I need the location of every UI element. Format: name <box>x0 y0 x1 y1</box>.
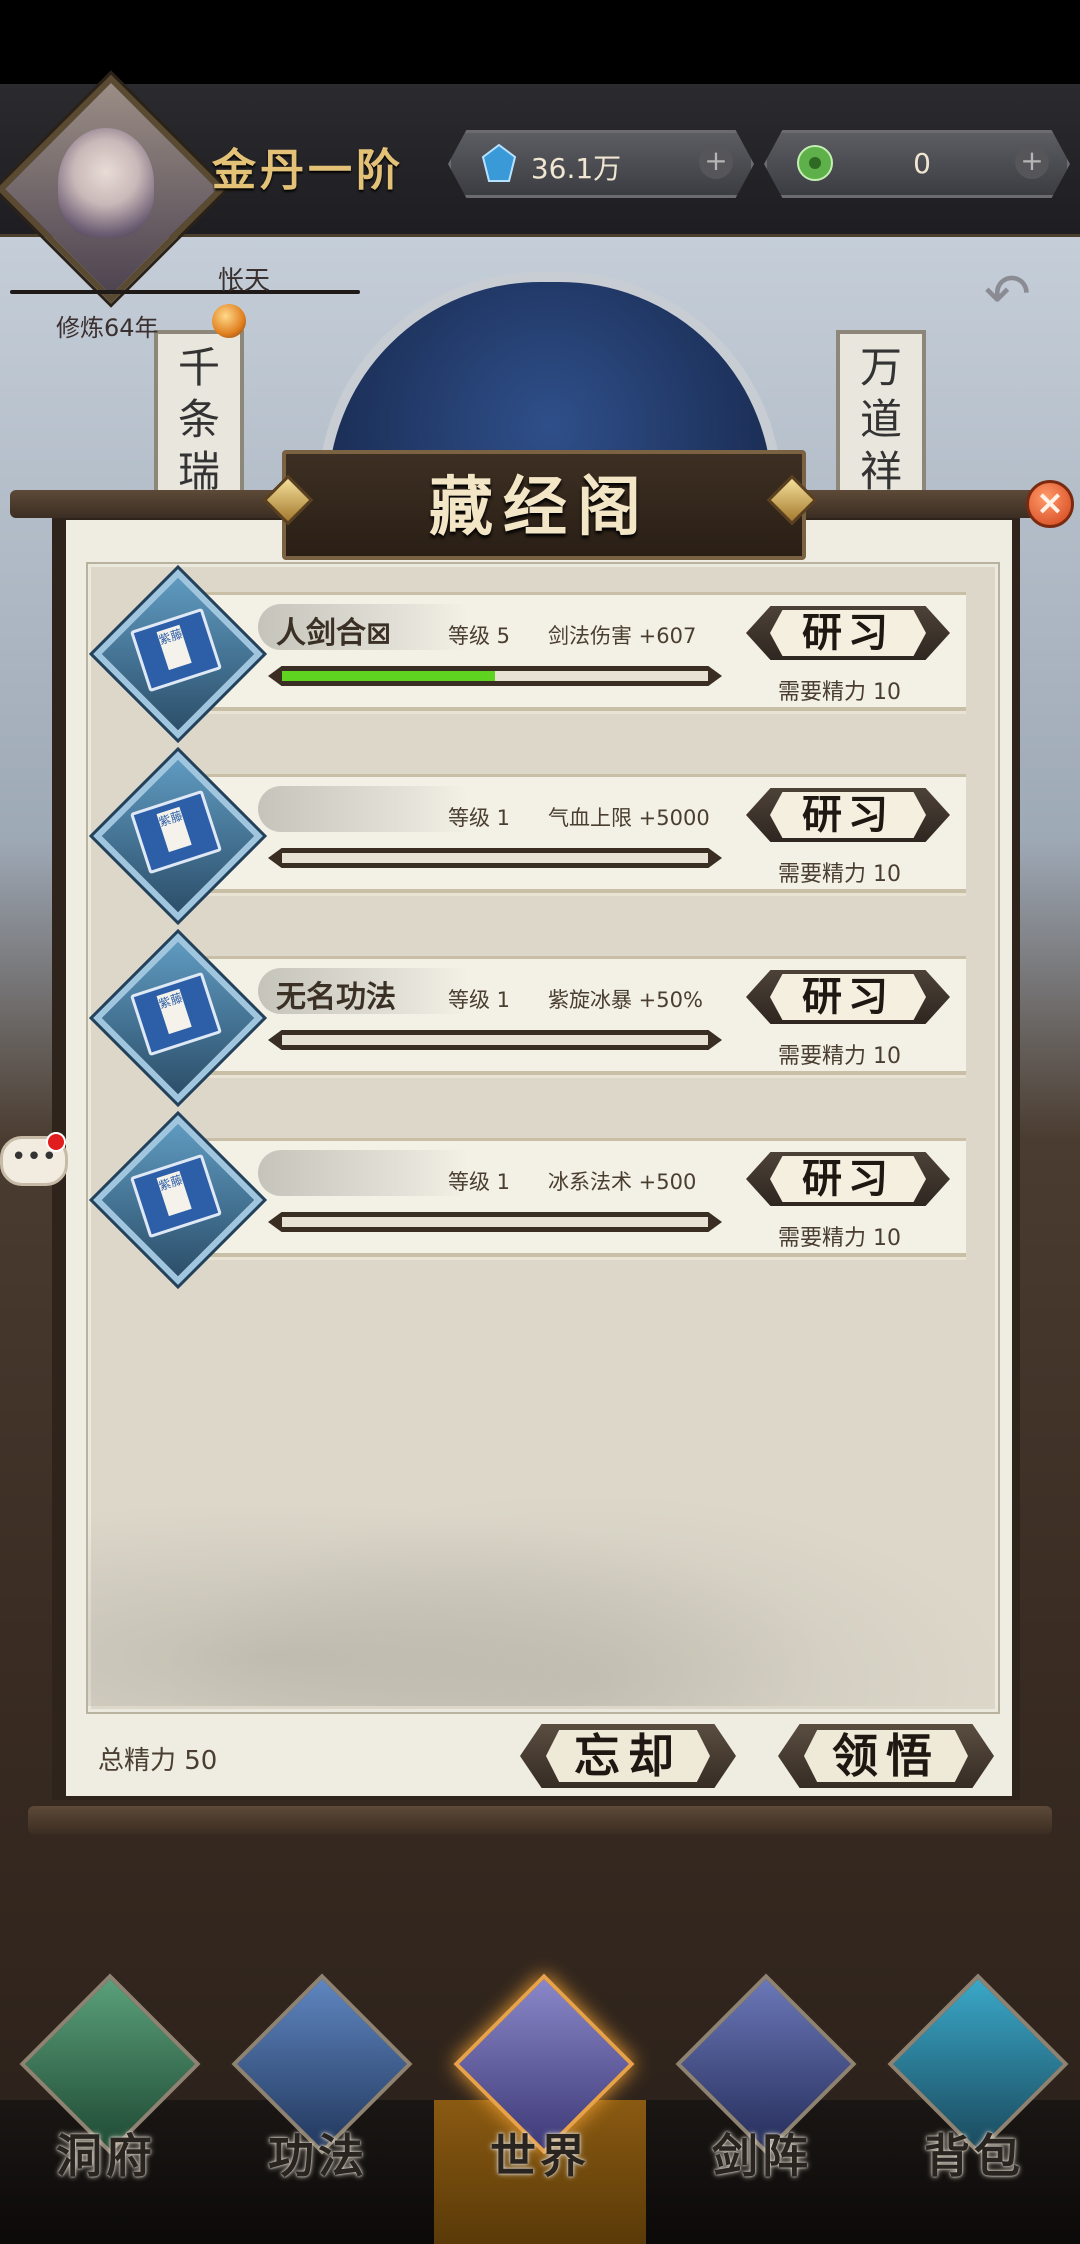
spirit-stone-counter: 36.1万 + <box>448 130 754 198</box>
skill-effect: 紫旋冰暴 +50% <box>548 988 703 1012</box>
nav-world[interactable]: 世界 <box>440 1970 640 2220</box>
study-button[interactable]: 研习 <box>746 788 950 842</box>
nav-backpack[interactable]: 背包 <box>874 1970 1074 2220</box>
skill-level: 等级 1 <box>448 1170 511 1194</box>
skill-row: 紫藤 人剑合⊠ 等级 5 剑法伤害 +607 研习 需要精力 10 <box>93 569 974 739</box>
name-brush-stroke <box>258 1150 468 1196</box>
nav-label: 背包 <box>924 2129 1024 2183</box>
energy-cost: 需要精力 10 <box>778 862 901 887</box>
study-button-label: 研习 <box>802 791 894 838</box>
study-button[interactable]: 研习 <box>746 606 950 660</box>
name-underline <box>10 290 360 294</box>
right-couplet-banner: 万道祥 <box>836 330 926 516</box>
study-button-label: 研习 <box>802 973 894 1020</box>
skill-progress-bar <box>268 666 722 686</box>
comprehend-button[interactable]: 领悟 <box>778 1724 994 1788</box>
nav-label: 功法 <box>268 2129 368 2183</box>
nav-cave-dwelling[interactable]: 洞府 <box>6 1970 206 2220</box>
skill-level: 等级 1 <box>448 988 511 1012</box>
skill-row: 紫藤 等级 1 冰系法术 +500 研习 需要精力 10 <box>93 1115 974 1285</box>
skill-level: 等级 1 <box>448 806 511 830</box>
progress-fill <box>282 671 495 681</box>
avatar[interactable] <box>58 128 154 238</box>
close-button[interactable]: × <box>1026 480 1074 528</box>
study-button[interactable]: 研习 <box>746 1152 950 1206</box>
back-arrow-icon[interactable]: ↶ <box>984 262 1031 327</box>
forget-button-label: 忘却 <box>574 1729 682 1783</box>
study-button-label: 研习 <box>802 609 894 656</box>
left-couplet-banner: 千条瑞 <box>154 330 244 516</box>
skill-name: 人剑合⊠ <box>276 616 392 651</box>
ink-mountains-decoration <box>88 1460 992 1706</box>
notification-dot <box>46 1132 66 1152</box>
skill-row: 紫藤 无名功法 等级 1 紫旋冰暴 +50% 研习 需要精力 10 <box>93 933 974 1103</box>
skill-level: 等级 5 <box>448 624 511 648</box>
comprehend-button-label: 领悟 <box>832 1729 940 1783</box>
panel-title: 藏经阁 <box>429 470 651 545</box>
energy-cost: 需要精力 10 <box>778 1226 901 1251</box>
skill-progress-bar <box>268 1212 722 1232</box>
total-energy: 总精力 50 <box>98 1746 218 1776</box>
skill-effect: 气血上限 +5000 <box>548 806 710 830</box>
scroll-rod-bottom <box>28 1806 1052 1834</box>
skill-row: 紫藤 等级 1 气血上限 +5000 研习 需要精力 10 <box>93 751 974 921</box>
study-button-label: 研习 <box>802 1155 894 1202</box>
energy-cost: 需要精力 10 <box>778 1044 901 1069</box>
nav-sword-formation[interactable]: 剑阵 <box>662 1970 862 2220</box>
study-button[interactable]: 研习 <box>746 970 950 1024</box>
nav-label: 世界 <box>490 2129 590 2183</box>
cultivation-years: 修炼64年 <box>56 314 159 342</box>
skill-progress-bar <box>268 848 722 868</box>
spirit-stone-value: 36.1万 <box>530 152 622 185</box>
nav-label: 洞府 <box>56 2129 156 2183</box>
skill-effect: 冰系法术 +500 <box>548 1170 697 1194</box>
forget-button[interactable]: 忘却 <box>520 1724 736 1788</box>
nav-techniques[interactable]: 功法 <box>218 1970 418 2220</box>
skill-progress-bar <box>268 1030 722 1050</box>
realm-level: 金丹一阶 <box>212 145 404 196</box>
add-jade-button[interactable]: + <box>1015 145 1049 179</box>
skill-name: 无名功法 <box>276 980 396 1015</box>
add-spirit-stone-button[interactable]: + <box>699 145 733 179</box>
jade-counter: 0 + <box>764 130 1070 198</box>
name-brush-stroke <box>258 786 468 832</box>
nav-label: 剑阵 <box>712 2129 812 2183</box>
skill-effect: 剑法伤害 +607 <box>548 624 697 648</box>
jade-value: 0 <box>913 147 931 180</box>
orb-icon[interactable] <box>212 304 246 338</box>
status-bar <box>0 0 1080 84</box>
energy-cost: 需要精力 10 <box>778 680 901 705</box>
player-name: 怅天 <box>218 266 271 296</box>
